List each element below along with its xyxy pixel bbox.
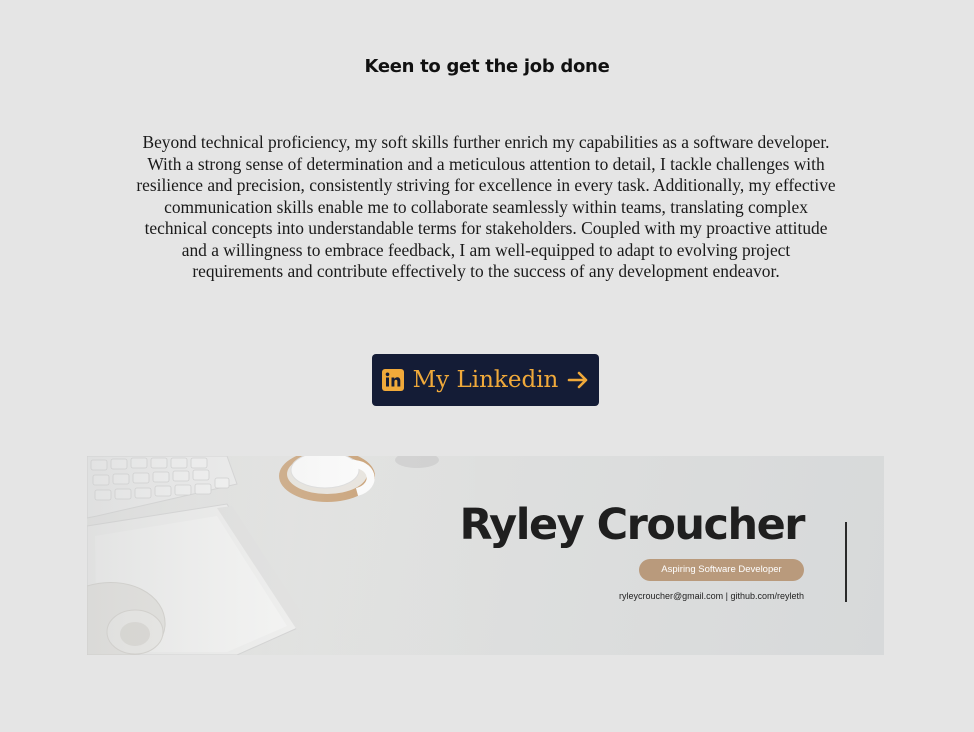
desk-illustration (87, 456, 884, 655)
linkedin-button[interactable]: My Linkedin (372, 354, 599, 406)
banner-divider (845, 522, 847, 602)
arrow-right-icon (567, 369, 589, 391)
profile-banner: Ryley Croucher Aspiring Software Develop… (87, 456, 884, 655)
linkedin-button-label: My Linkedin (412, 367, 559, 393)
soft-skills-paragraph: Beyond technical proficiency, my soft sk… (136, 132, 836, 281)
banner-name: Ryley Croucher (459, 500, 806, 550)
section-heading: Keen to get the job done (364, 56, 610, 77)
contact-line: ryleycroucher@gmail.com | github.com/rey… (618, 591, 804, 601)
linkedin-icon (381, 369, 404, 391)
role-badge: Aspiring Software Developer (639, 559, 804, 581)
